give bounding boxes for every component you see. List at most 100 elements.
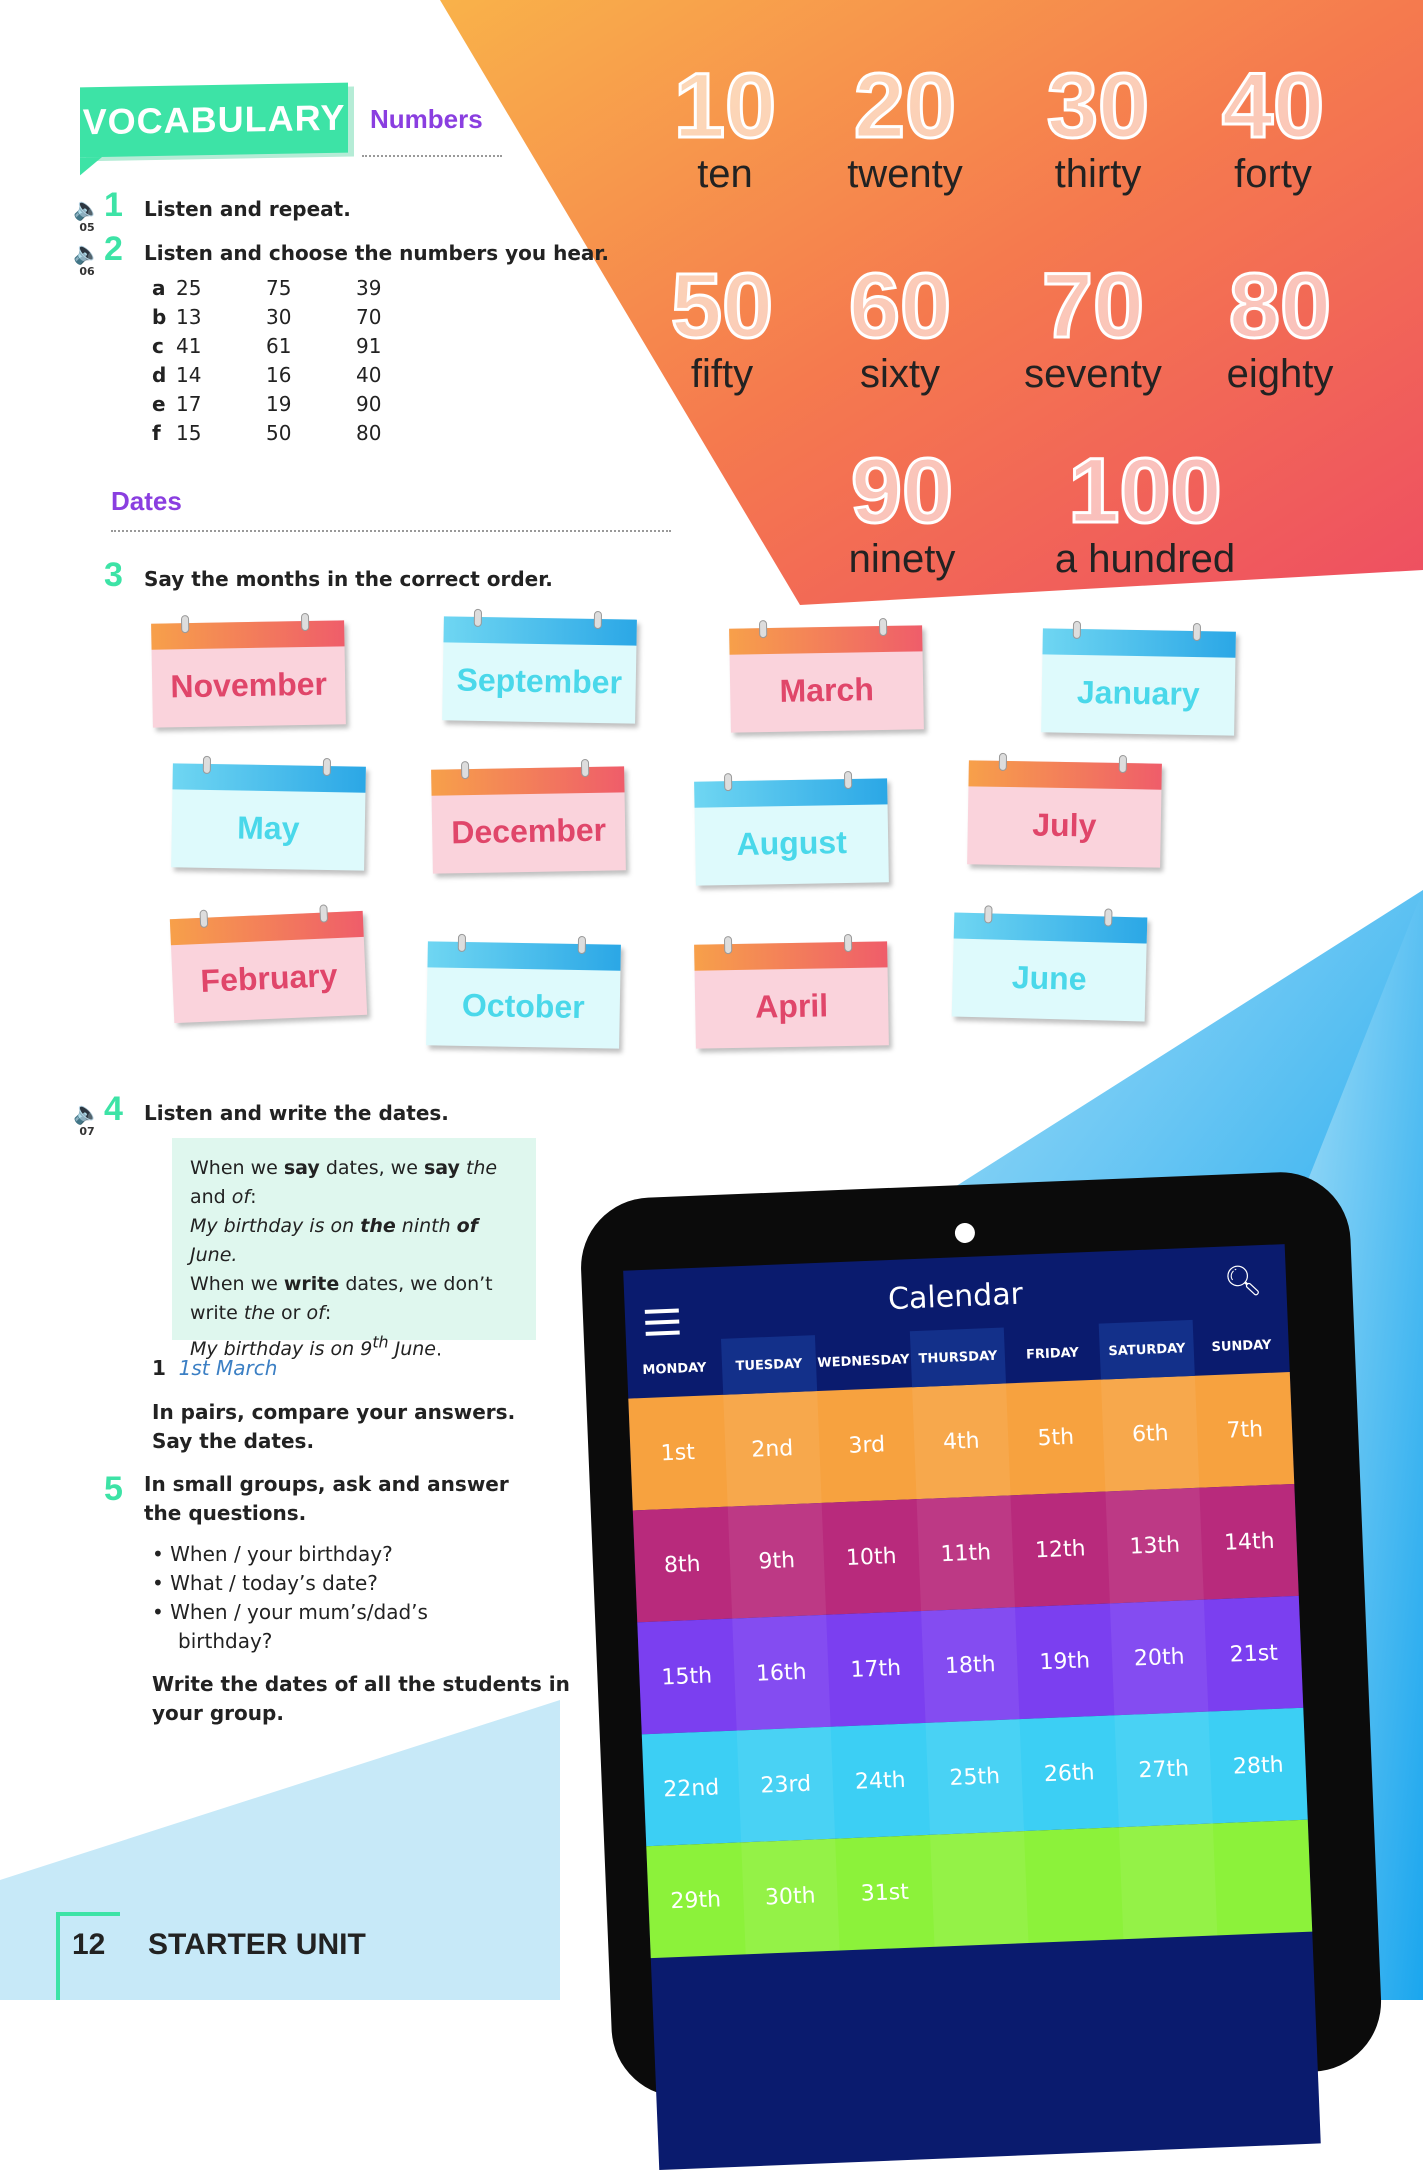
calendar-day[interactable]: 23rd: [736, 1726, 836, 1843]
calendar-day[interactable]: 24th: [831, 1723, 930, 1839]
audio-icon[interactable]: 🔈 06: [70, 243, 104, 279]
audio-icon[interactable]: 🔈 05: [70, 199, 104, 235]
choice-number[interactable]: 13: [176, 305, 266, 334]
calendar-day[interactable]: 2nd: [722, 1391, 822, 1507]
month-label[interactable]: January: [1077, 673, 1200, 712]
choice-number[interactable]: 61: [266, 334, 356, 363]
choice-number[interactable]: 80: [356, 421, 446, 450]
calendar-day[interactable]: 8th: [633, 1507, 732, 1623]
calendar-day[interactable]: 30th: [740, 1838, 840, 1955]
card-header: [953, 912, 1148, 944]
calendar-day[interactable]: 7th: [1195, 1372, 1294, 1488]
choice-number[interactable]: 40: [356, 363, 446, 392]
binder-ring-icon: [300, 612, 310, 632]
calendar-day[interactable]: 5th: [1006, 1380, 1105, 1496]
calendar-day[interactable]: 16th: [731, 1614, 831, 1731]
card-header: [968, 760, 1162, 790]
calendar-day[interactable]: 21st: [1204, 1596, 1303, 1712]
choice-row: e 17 19 90: [152, 392, 446, 421]
month-label[interactable]: December: [451, 811, 606, 851]
choice-row: f 15 50 80: [152, 421, 446, 450]
calendar-day[interactable]: [929, 1831, 1029, 1947]
binder-ring-icon: [984, 905, 993, 924]
question-item: • When / your mum’s/dad’s: [152, 1600, 428, 1624]
calendar-day[interactable]: 11th: [916, 1495, 1016, 1612]
instruction: Listen and choose the numbers you hear.: [144, 241, 609, 265]
choice-number[interactable]: 17: [176, 392, 266, 421]
calendar-day[interactable]: 27th: [1114, 1711, 1214, 1828]
calendar-day[interactable]: [1024, 1827, 1123, 1943]
calendar-day[interactable]: 13th: [1105, 1487, 1205, 1604]
calendar-day[interactable]: 3rd: [817, 1387, 916, 1503]
month-label[interactable]: November: [170, 665, 327, 705]
calendar-day[interactable]: 19th: [1015, 1603, 1114, 1719]
big-number: 80: [1227, 255, 1332, 357]
calendar-day[interactable]: 28th: [1209, 1708, 1308, 1824]
month-label[interactable]: May: [237, 809, 300, 847]
month-label[interactable]: October: [462, 986, 585, 1025]
weekday-label: TUESDAY: [720, 1335, 818, 1395]
calendar-day[interactable]: 9th: [727, 1502, 827, 1619]
calendar-day[interactable]: 18th: [920, 1607, 1020, 1723]
calendar-day[interactable]: 12th: [1011, 1492, 1110, 1608]
month-label[interactable]: September: [456, 661, 622, 701]
calendar-day[interactable]: 14th: [1200, 1484, 1299, 1600]
number-word: forty: [1234, 152, 1312, 196]
calendar-day[interactable]: 22nd: [642, 1731, 741, 1847]
month-label[interactable]: April: [755, 987, 829, 1025]
binder-ring-icon: [180, 615, 190, 634]
binder-ring-icon: [843, 770, 853, 790]
choice-number[interactable]: 50: [266, 421, 356, 450]
choice-number[interactable]: 25: [176, 276, 266, 305]
calendar-day[interactable]: 31st: [835, 1835, 934, 1951]
binder-ring-icon: [580, 758, 590, 778]
calendar-day[interactable]: 17th: [826, 1611, 925, 1727]
choice-number[interactable]: 70: [356, 305, 446, 334]
weekday-label: MONDAY: [642, 1359, 707, 1378]
calendar-day[interactable]: [1213, 1820, 1312, 1936]
choice-number[interactable]: 14: [176, 363, 266, 392]
choice-number[interactable]: 15: [176, 421, 266, 450]
audio-icon[interactable]: 🔈 07: [70, 1103, 104, 1139]
calendar-day[interactable]: 15th: [637, 1619, 736, 1735]
number-choices: a 25 75 39 b 13 30 70 c 41 61 91 d 14 16 40 e 17 19 90 f 15 50…: [152, 276, 446, 450]
month-label[interactable]: March: [779, 671, 874, 710]
calendar-day[interactable]: 25th: [925, 1719, 1025, 1835]
instruction: Say the months in the correct order.: [144, 567, 553, 591]
choice-number[interactable]: 30: [266, 305, 356, 334]
calendar-day[interactable]: [1118, 1823, 1218, 1940]
question-item: birthday?: [178, 1629, 273, 1653]
month-label[interactable]: June: [1011, 959, 1087, 998]
choice-number[interactable]: 91: [356, 334, 446, 363]
exercise-number: 3: [104, 556, 123, 594]
calendar-day[interactable]: 1st: [628, 1395, 727, 1511]
calendar-day[interactable]: 29th: [646, 1842, 745, 1958]
choice-number[interactable]: 75: [266, 276, 356, 305]
month-label[interactable]: August: [736, 824, 847, 863]
choice-row: c 41 61 91: [152, 334, 446, 363]
calendar-day[interactable]: 4th: [911, 1383, 1011, 1500]
exercise-number: 5: [104, 1470, 123, 1508]
binder-ring-icon: [1192, 622, 1202, 642]
choice-number[interactable]: 41: [176, 334, 266, 363]
calendar-day[interactable]: 10th: [822, 1499, 921, 1615]
month-label[interactable]: February: [200, 957, 338, 1000]
month-label[interactable]: July: [1032, 806, 1097, 844]
example-answer: 1 1st March: [152, 1356, 278, 1380]
choice-number[interactable]: 16: [266, 363, 356, 392]
choice-number[interactable]: 39: [356, 276, 446, 305]
unit-title: STARTER UNIT: [148, 1928, 366, 1961]
calendar-title: Calendar: [887, 1276, 1024, 1318]
calendar-day[interactable]: 26th: [1020, 1715, 1119, 1831]
footer-bar: [56, 1912, 60, 2000]
choice-number[interactable]: 19: [266, 392, 356, 421]
weekday-label: SATURDAY: [1098, 1319, 1196, 1380]
search-icon[interactable]: 🔍︎: [1223, 1263, 1262, 1300]
big-number: 40: [1220, 55, 1325, 157]
choice-number[interactable]: 90: [356, 392, 446, 421]
number-word: a hundred: [1054, 537, 1236, 581]
divider: [111, 530, 671, 532]
calendar-day[interactable]: 6th: [1100, 1375, 1200, 1492]
binder-ring-icon: [723, 773, 733, 792]
calendar-day[interactable]: 20th: [1109, 1599, 1209, 1716]
